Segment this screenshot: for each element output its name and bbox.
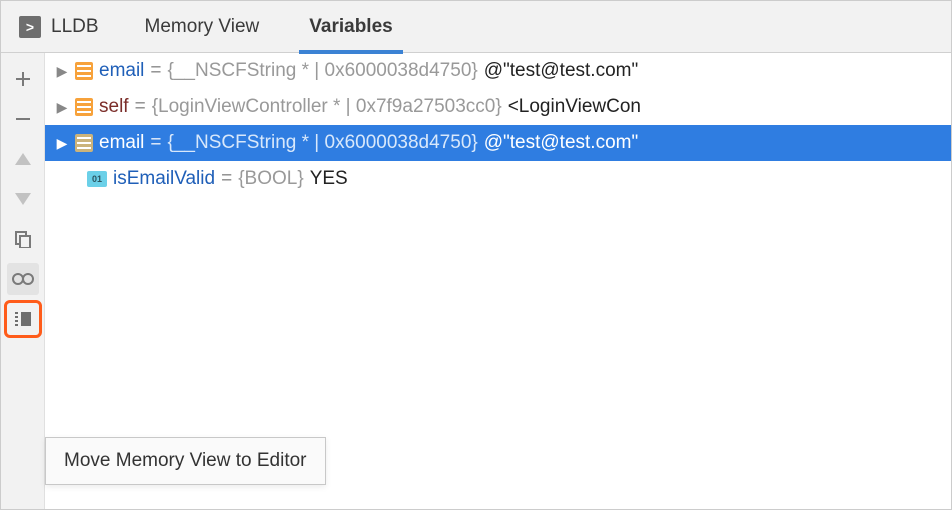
expand-arrow-icon[interactable]: ▶ <box>55 135 69 152</box>
duplicate-watch-button[interactable] <box>7 223 39 255</box>
tab-memory-label: Memory View <box>145 16 260 38</box>
show-watches-button[interactable] <box>7 263 39 295</box>
debug-tool-tabs: > LLDB Memory View Variables <box>1 1 951 53</box>
remove-watch-button[interactable] <box>7 103 39 135</box>
variable-row-isemailvalid[interactable]: 01 isEmailValid = {BOOL} YES <box>45 161 951 197</box>
memory-view-button[interactable] <box>7 303 39 335</box>
variable-name: email <box>99 60 144 82</box>
equals-sign: = <box>150 60 161 82</box>
tab-variables-label: Variables <box>309 16 392 38</box>
move-up-button[interactable] <box>7 143 39 175</box>
variable-type: {LoginViewController * | 0x7f9a27503cc0} <box>152 96 502 118</box>
memory-view-tooltip: Move Memory View to Editor <box>45 437 326 485</box>
object-icon <box>75 134 93 152</box>
variable-row-email-selected[interactable]: ▶ email = {__NSCFString * | 0x6000038d47… <box>45 125 951 161</box>
tab-variables[interactable]: Variables <box>299 1 402 53</box>
tab-lldb[interactable]: > LLDB <box>13 16 105 38</box>
equals-sign: = <box>135 96 146 118</box>
variable-type: {__NSCFString * | 0x6000038d4750} <box>168 60 478 82</box>
variable-value: @"test@test.com" <box>484 132 639 154</box>
debug-gutter <box>1 53 45 509</box>
tab-lldb-label: LLDB <box>51 16 99 38</box>
variable-value: YES <box>310 168 348 190</box>
variable-row-email[interactable]: ▶ email = {__NSCFString * | 0x6000038d47… <box>45 53 951 89</box>
add-watch-button[interactable] <box>7 63 39 95</box>
object-icon <box>75 98 93 116</box>
object-icon <box>75 62 93 80</box>
equals-sign: = <box>150 132 161 154</box>
tooltip-text: Move Memory View to Editor <box>64 450 307 471</box>
move-down-button[interactable] <box>7 183 39 215</box>
variable-row-self[interactable]: ▶ self = {LoginViewController * | 0x7f9a… <box>45 89 951 125</box>
expand-arrow-icon[interactable]: ▶ <box>55 63 69 80</box>
variable-name: self <box>99 96 129 118</box>
expand-arrow-icon[interactable]: ▶ <box>55 99 69 116</box>
variable-name: email <box>99 132 144 154</box>
variable-type: {__NSCFString * | 0x6000038d4750} <box>168 132 478 154</box>
terminal-icon: > <box>19 16 41 38</box>
variable-value: @"test@test.com" <box>484 60 639 82</box>
equals-sign: = <box>221 168 232 190</box>
bool-icon: 01 <box>87 171 107 187</box>
tab-memory-view[interactable]: Memory View <box>135 1 270 53</box>
variable-value: <LoginViewCon <box>508 96 641 118</box>
variable-type: {BOOL} <box>238 168 304 190</box>
variable-name: isEmailValid <box>113 168 215 190</box>
